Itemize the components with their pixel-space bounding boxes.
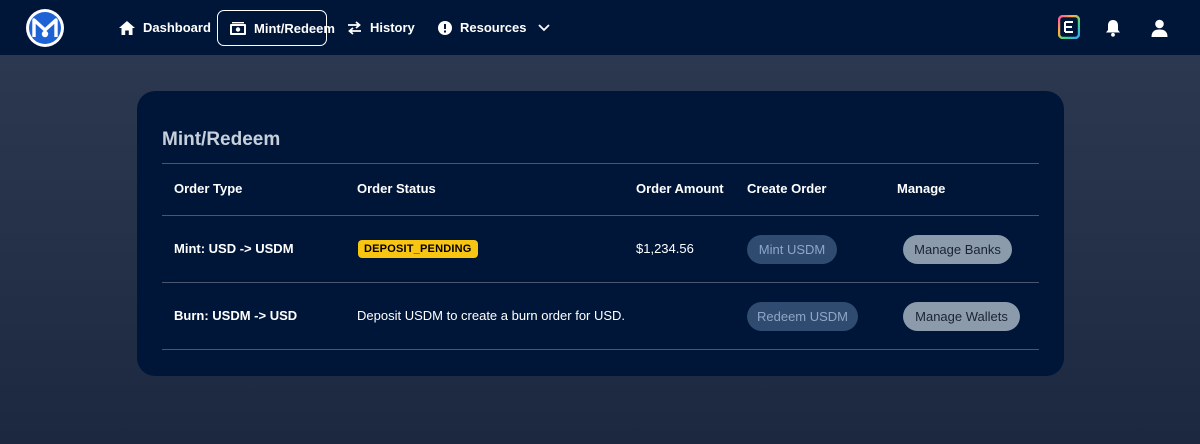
nav-dashboard-label: Dashboard (143, 20, 211, 35)
table-divider (162, 282, 1039, 283)
column-header-order-amount: Order Amount (636, 181, 724, 196)
order-type-cell: Burn: USDM -> USD (174, 308, 298, 323)
home-icon (119, 20, 135, 35)
bell-icon[interactable] (1101, 16, 1125, 40)
mint-redeem-card: Mint/Redeem Order Type Order Status Orde… (137, 91, 1064, 376)
logo-m-icon (29, 12, 61, 44)
mint-usdm-button[interactable]: Mint USDM (747, 235, 837, 264)
top-navigation-bar: Dashboard Mint/Redeem History Resources (0, 0, 1200, 55)
manage-banks-button[interactable]: Manage Banks (903, 235, 1012, 264)
user-account-icon[interactable] (1147, 16, 1171, 40)
table-divider (162, 349, 1039, 350)
column-header-manage: Manage (897, 181, 946, 196)
redeem-usdm-button[interactable]: Redeem USDM (747, 302, 858, 331)
status-badge: DEPOSIT_PENDING (358, 240, 478, 258)
alert-circle-icon (438, 20, 452, 35)
wallet-app-icon[interactable] (1057, 15, 1081, 39)
manage-wallets-button[interactable]: Manage Wallets (903, 302, 1020, 331)
order-type-cell: Mint: USD -> USDM (174, 241, 294, 256)
nav-resources-label: Resources (460, 20, 527, 35)
order-status-text: Deposit USDM to create a burn order for … (357, 308, 626, 323)
nav-mint-redeem[interactable]: Mint/Redeem (217, 10, 335, 46)
app-logo[interactable] (26, 9, 64, 47)
nav-resources[interactable]: Resources (425, 10, 563, 45)
table-divider (162, 163, 1039, 164)
table-divider (162, 215, 1039, 216)
column-header-order-status: Order Status (357, 181, 436, 196)
swap-arrows-icon (347, 20, 362, 35)
money-icon (230, 21, 246, 35)
nav-history[interactable]: History (334, 10, 428, 45)
order-amount-cell: $1,234.56 (636, 241, 694, 256)
nav-dashboard[interactable]: Dashboard (106, 10, 224, 45)
nav-history-label: History (370, 20, 415, 35)
card-title: Mint/Redeem (162, 129, 281, 150)
chevron-down-icon (538, 23, 551, 32)
column-header-order-type: Order Type (174, 181, 243, 196)
column-header-create-order: Create Order (747, 181, 827, 196)
nav-mint-redeem-label: Mint/Redeem (254, 20, 335, 36)
